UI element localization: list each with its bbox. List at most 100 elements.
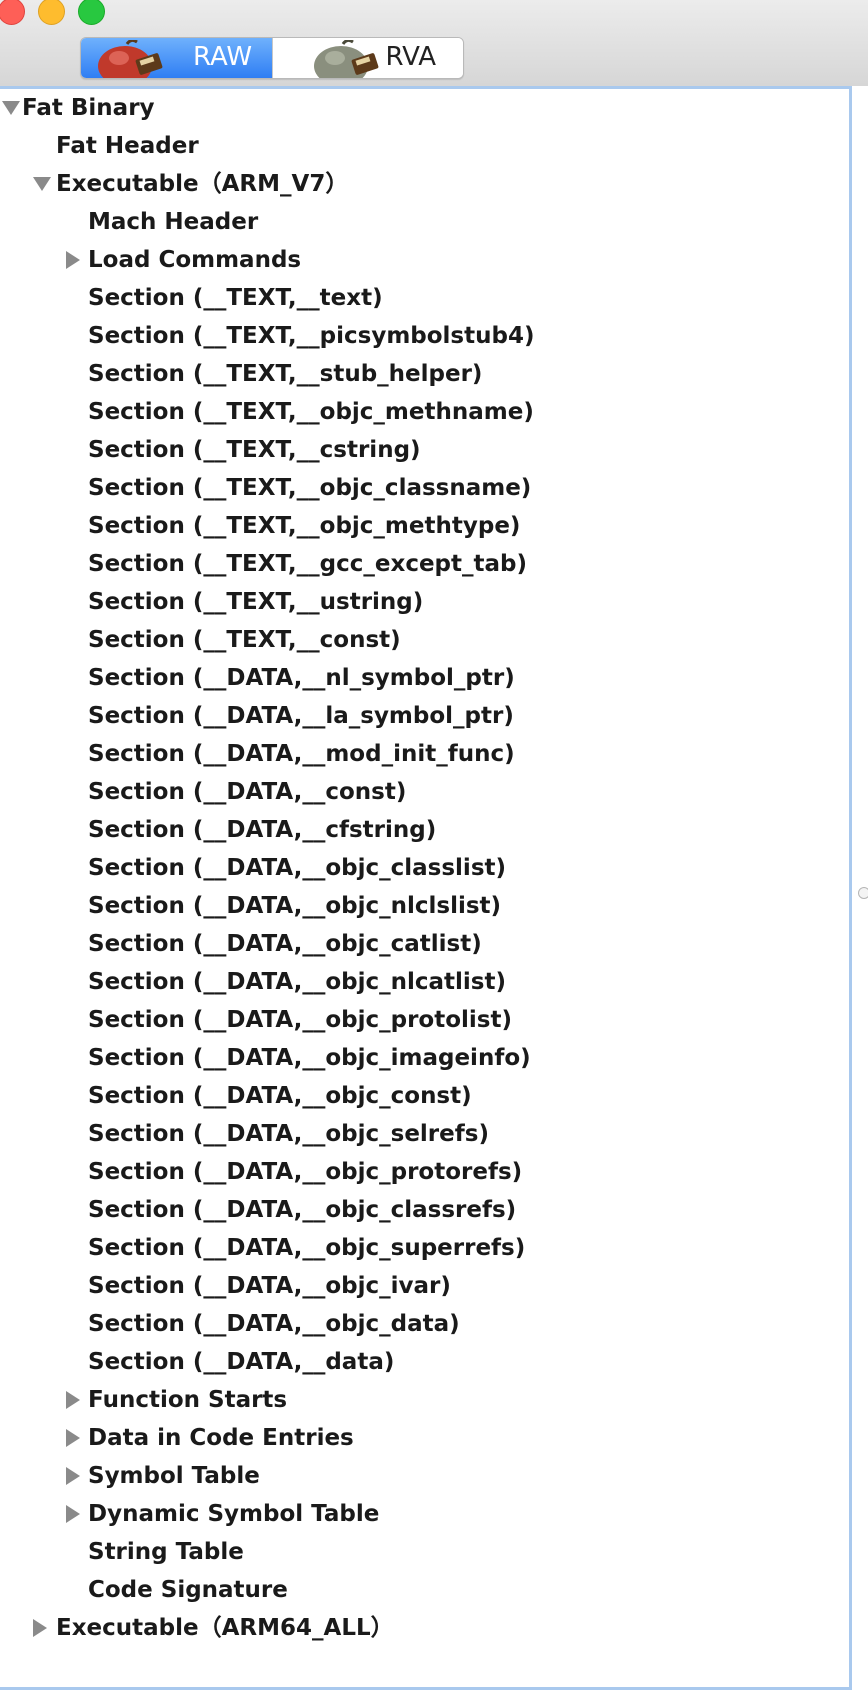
outline-row-label: Code Signature [88,1577,288,1603]
outline-row[interactable]: Section (__DATA,__objc_selrefs) [0,1115,840,1153]
outline-row[interactable]: Section (__TEXT,__text) [0,279,840,317]
outline-row-label: Section (__TEXT,__stub_helper) [88,361,483,387]
split-view-resize-handle[interactable] [858,887,868,899]
outline-row[interactable]: Section (__TEXT,__cstring) [0,431,840,469]
outline-row[interactable]: Section (__DATA,__objc_const) [0,1077,840,1115]
minimize-window-button[interactable] [38,0,65,25]
raw-mode-segment[interactable]: RAW [81,38,272,78]
outline-row[interactable]: Section (__DATA,__mod_init_func) [0,735,840,773]
outline-row[interactable]: Section (__DATA,__objc_catlist) [0,925,840,963]
outline-row[interactable]: Section (__DATA,__data) [0,1343,840,1381]
outline-row[interactable]: Section (__DATA,__objc_nlclslist) [0,887,840,925]
outline-row-label: Executable（ARM_V7） [56,171,349,197]
outline-row-label: Section (__TEXT,__objc_methtype) [88,513,521,539]
disclosure-collapsed-icon[interactable] [66,251,80,269]
disclosure-collapsed-icon[interactable] [66,1505,80,1523]
outline-row[interactable]: Section (__DATA,__objc_classrefs) [0,1191,840,1229]
apple-disk-icon [98,40,163,78]
outline-row-label: Dynamic Symbol Table [88,1501,380,1527]
outline-row-label: Section (__DATA,__mod_init_func) [88,741,515,767]
outline-row[interactable]: Section (__TEXT,__stub_helper) [0,355,840,393]
outline-row[interactable]: Section (__TEXT,__const) [0,621,840,659]
disclosure-collapsed-icon[interactable] [66,1391,80,1409]
outline-row-label: Section (__DATA,__objc_classlist) [88,855,507,881]
outline-row-label: Symbol Table [88,1463,260,1489]
outline-row-label: Fat Binary [22,95,155,121]
raw-mode-label: RAW [193,42,253,72]
outline-row-label: Section (__DATA,__objc_catlist) [88,931,482,957]
outline-row-label: Section (__DATA,__objc_classrefs) [88,1197,517,1223]
outline-row[interactable]: String Table [0,1533,840,1571]
outline-row[interactable]: Dynamic Symbol Table [0,1495,840,1533]
outline-row-label: Section (__DATA,__cfstring) [88,817,437,843]
gray-disk-icon [313,40,378,78]
outline-row-label: Section (__DATA,__const) [88,779,407,805]
disclosure-collapsed-icon[interactable] [33,1619,47,1637]
outline-row-label: Section (__DATA,__data) [88,1349,395,1375]
outline-row-label: Section (__TEXT,__objc_methname) [88,399,534,425]
outline-row-label: Executable（ARM64_ALL） [56,1615,394,1641]
outline-row-label: Section (__TEXT,__cstring) [88,437,421,463]
address-mode-segmented-control: RAW RVA [80,37,464,79]
outline-row-label: Section (__DATA,__objc_selrefs) [88,1121,489,1147]
outline-row-label: Section (__DATA,__objc_nlcatlist) [88,969,506,995]
outline-row[interactable]: Fat Header [0,127,840,165]
outline-row[interactable]: Function Starts [0,1381,840,1419]
disclosure-collapsed-icon[interactable] [66,1429,80,1447]
outline-row[interactable]: Section (__TEXT,__picsymbolstub4) [0,317,840,355]
outline-row-label: String Table [88,1539,244,1565]
outline-row[interactable]: Section (__DATA,__objc_classlist) [0,849,840,887]
outline-row-label: Section (__TEXT,__const) [88,627,401,653]
outline-row[interactable]: Section (__DATA,__objc_nlcatlist) [0,963,840,1001]
close-window-button[interactable] [0,0,25,25]
outline-row[interactable]: Section (__DATA,__objc_data) [0,1305,840,1343]
outline-row-label: Mach Header [88,209,259,235]
outline-row[interactable]: Section (__TEXT,__gcc_except_tab) [0,545,840,583]
disclosure-expanded-icon[interactable] [2,101,20,115]
outline-row[interactable]: Section (__DATA,__objc_imageinfo) [0,1039,840,1077]
outline-row-label: Section (__DATA,__objc_ivar) [88,1273,451,1299]
outline-row[interactable]: Data in Code Entries [0,1419,840,1457]
outline-row-label: Section (__TEXT,__picsymbolstub4) [88,323,535,349]
outline-row-label: Section (__DATA,__objc_nlclslist) [88,893,502,919]
outline-row[interactable]: Section (__TEXT,__ustring) [0,583,840,621]
outline-row-label: Section (__DATA,__objc_protolist) [88,1007,512,1033]
outline-row[interactable]: Section (__DATA,__objc_superrefs) [0,1229,840,1267]
outline-row-label: Section (__DATA,__objc_superrefs) [88,1235,526,1261]
outline-row-label: Section (__TEXT,__ustring) [88,589,424,615]
outline-row[interactable]: Section (__DATA,__nl_symbol_ptr) [0,659,840,697]
outline-row-label: Function Starts [88,1387,288,1413]
outline-row[interactable]: Section (__DATA,__const) [0,773,840,811]
outline-row[interactable]: Executable（ARM_V7） [0,165,840,203]
outline-row[interactable]: Section (__DATA,__objc_protolist) [0,1001,840,1039]
outline-row-label: Fat Header [56,133,199,159]
outline-row[interactable]: Section (__DATA,__cfstring) [0,811,840,849]
outline-row[interactable]: Section (__TEXT,__objc_classname) [0,469,840,507]
outline-row-label: Section (__DATA,__objc_const) [88,1083,472,1109]
outline-row-label: Section (__DATA,__objc_data) [88,1311,460,1337]
outline-row[interactable]: Section (__DATA,__objc_protorefs) [0,1153,840,1191]
outline-row-label: Section (__DATA,__la_symbol_ptr) [88,703,514,729]
disclosure-expanded-icon[interactable] [33,177,51,191]
zoom-window-button[interactable] [78,0,105,25]
outline-row-label: Section (__DATA,__objc_imageinfo) [88,1045,531,1071]
outline-row[interactable]: Mach Header [0,203,840,241]
outline-row[interactable]: Section (__DATA,__la_symbol_ptr) [0,697,840,735]
outline-row[interactable]: Section (__TEXT,__objc_methtype) [0,507,840,545]
rva-mode-segment[interactable]: RVA [271,38,463,78]
outline-row-label: Section (__TEXT,__objc_classname) [88,475,532,501]
outline-row[interactable]: Code Signature [0,1571,840,1609]
outline-row[interactable]: Fat Binary [0,89,840,127]
outline-row[interactable]: Section (__TEXT,__objc_methname) [0,393,840,431]
outline-row-label: Section (__DATA,__nl_symbol_ptr) [88,665,515,691]
outline-row[interactable]: Load Commands [0,241,840,279]
outline-row-label: Section (__DATA,__objc_protorefs) [88,1159,523,1185]
outline-row[interactable]: Symbol Table [0,1457,840,1495]
outline-row[interactable]: Section (__DATA,__objc_ivar) [0,1267,840,1305]
outline-row-label: Section (__TEXT,__text) [88,285,383,311]
mach-o-structure-outline[interactable]: Fat Binary Fat Header Executable（ARM_V7） Ma… [0,86,852,1690]
disclosure-collapsed-icon[interactable] [66,1467,80,1485]
outline-row-label: Load Commands [88,247,302,273]
window-titlebar: RAW RVA [0,0,868,86]
outline-row[interactable]: Executable（ARM64_ALL） [0,1609,840,1647]
